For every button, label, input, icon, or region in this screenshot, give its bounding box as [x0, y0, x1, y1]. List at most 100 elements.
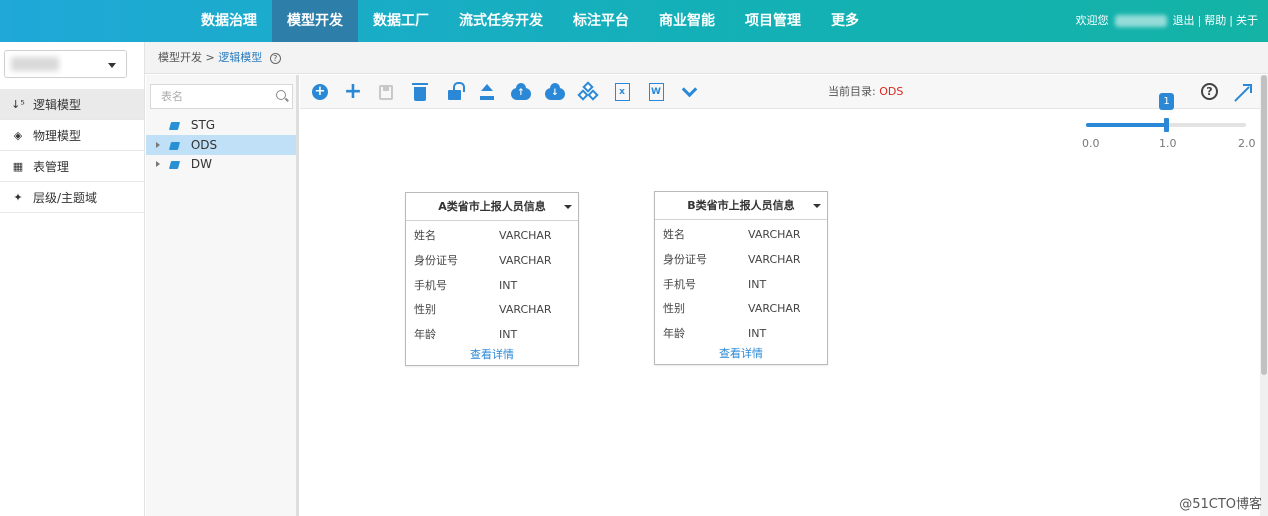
sort-icon: ↓⁵: [11, 97, 25, 111]
export-excel-button[interactable]: x: [612, 82, 632, 102]
view-details-link[interactable]: 查看详情: [406, 348, 578, 362]
database-icon: [168, 141, 181, 150]
project-name-redacted: [11, 57, 59, 71]
help-icon[interactable]: ?: [269, 52, 281, 64]
toolbar: + + ↑ ↓ x W 当前目录: ODS ?: [300, 75, 1260, 109]
current-directory-label: 当前目录:: [828, 85, 876, 98]
caret-down-icon[interactable]: [813, 204, 821, 208]
help-icon[interactable]: ?: [1201, 83, 1218, 100]
welcome-text: 欢迎您: [1075, 14, 1109, 27]
zoom-tick-max: 2.0: [1238, 137, 1256, 150]
tree-node-label: ODS: [190, 138, 218, 152]
cubes-button[interactable]: [577, 81, 599, 102]
logout-link[interactable]: 退出: [1173, 0, 1195, 42]
nav-item-data-factory[interactable]: 数据工厂: [358, 0, 444, 42]
sidebar-item-layers[interactable]: ✦ 层级/主题域: [0, 182, 144, 213]
nav-item-more[interactable]: 更多: [816, 0, 874, 42]
excel-file-icon: x: [614, 83, 630, 101]
table-card-header[interactable]: B类省市上报人员信息: [655, 192, 827, 220]
tree-node-stg[interactable]: STG: [146, 115, 296, 135]
table-card-a[interactable]: A类省市上报人员信息 姓名 VARCHAR 身份证号 VARCHAR 手机号 INT …: [405, 192, 579, 366]
field-type: INT: [748, 327, 767, 341]
tree-node-label: STG: [190, 118, 216, 132]
more-dropdown-button[interactable]: [679, 81, 699, 102]
nav-item-bi[interactable]: 商业智能: [644, 0, 730, 42]
cloud-download-icon: ↓: [545, 82, 565, 100]
field-row: 身份证号 VARCHAR: [655, 248, 827, 273]
cubes-icon: [577, 81, 599, 101]
nav-item-data-governance[interactable]: 数据治理: [186, 0, 272, 42]
database-icon: [168, 160, 181, 169]
sidebar-item-label: 逻辑模型: [33, 97, 82, 112]
nav-item-model-dev[interactable]: 模型开发: [272, 0, 358, 42]
add-button[interactable]: +: [343, 79, 363, 104]
upload-icon: [480, 84, 494, 100]
add-circle-button[interactable]: +: [310, 82, 330, 102]
breadcrumb-parent[interactable]: 模型开发: [158, 51, 202, 64]
tree-node-label: DW: [190, 157, 212, 171]
view-details-link[interactable]: 查看详情: [655, 347, 827, 361]
field-type: INT: [499, 278, 518, 292]
plus-icon: +: [343, 79, 363, 104]
save-button[interactable]: [376, 82, 396, 102]
tree-node-ods[interactable]: ODS: [146, 135, 296, 155]
field-row: 年龄 INT: [655, 322, 827, 347]
field-row: 性别 VARCHAR: [655, 297, 827, 322]
field-type: INT: [748, 277, 767, 291]
field-row: 姓名 VARCHAR: [406, 224, 578, 249]
tree-node-dw[interactable]: DW: [146, 154, 296, 174]
current-directory-value: ODS: [879, 85, 904, 98]
sidebar-item-label: 物理模型: [33, 128, 82, 143]
table-card-b[interactable]: B类省市上报人员信息 姓名 VARCHAR 身份证号 VARCHAR 手机号 INT …: [654, 191, 828, 365]
cloud-upload-button[interactable]: ↑: [511, 82, 531, 102]
scrollbar-thumb[interactable]: [1261, 75, 1267, 375]
nav-item-project-mgmt[interactable]: 项目管理: [730, 0, 816, 42]
trash-icon: [412, 82, 428, 101]
field-type: INT: [499, 328, 518, 342]
search-icon[interactable]: [276, 90, 286, 100]
sidebar-item-physical-model[interactable]: ◈ 物理模型: [0, 120, 144, 151]
expand-arrow-icon[interactable]: [156, 161, 160, 167]
field-name: 年龄: [414, 328, 436, 342]
table-card-title: B类省市上报人员信息: [687, 199, 795, 212]
sidebar-item-logical-model[interactable]: ↓⁵ 逻辑模型: [0, 89, 144, 120]
field-type: VARCHAR: [499, 253, 552, 267]
sidebar-item-table-mgmt[interactable]: ▦ 表管理: [0, 151, 144, 182]
sidebar-item-label: 表管理: [33, 159, 70, 174]
nav-item-annotation[interactable]: 标注平台: [558, 0, 644, 42]
search-placeholder: 表名: [161, 90, 183, 103]
table-card-header[interactable]: A类省市上报人员信息: [406, 193, 578, 221]
vertical-scrollbar[interactable]: [1260, 75, 1268, 516]
chevron-down-icon: [108, 63, 116, 68]
expand-arrow-icon[interactable]: [156, 142, 160, 148]
grid-icon: ▦: [12, 159, 24, 173]
nav-item-stream-task[interactable]: 流式任务开发: [444, 0, 558, 42]
model-canvas[interactable]: 1 0.0 1.0 2.0 A类省市上报人员信息 姓名 VARCHAR 身份证号 V…: [300, 93, 1260, 516]
zoom-handle[interactable]: [1164, 118, 1169, 132]
table-search-input[interactable]: 表名: [150, 84, 293, 109]
field-name: 身份证号: [414, 253, 458, 267]
unlock-button[interactable]: [444, 82, 465, 102]
help-link[interactable]: 帮助: [1204, 0, 1226, 42]
field-name: 性别: [663, 302, 685, 316]
field-row: 手机号 INT: [406, 274, 578, 299]
divider: |: [1197, 14, 1202, 27]
caret-down-icon[interactable]: [564, 205, 572, 209]
fullscreen-icon[interactable]: [1234, 84, 1252, 100]
cloud-download-button[interactable]: ↓: [545, 82, 565, 102]
field-name: 年龄: [663, 327, 685, 341]
chevron-down-icon: [681, 81, 697, 97]
delete-button[interactable]: [410, 82, 430, 102]
current-directory: 当前目录: ODS: [828, 75, 903, 109]
breadcrumb: 模型开发 > 逻辑模型 ?: [145, 42, 1268, 74]
layers-icon: ✦: [13, 190, 23, 204]
about-link[interactable]: 关于: [1236, 0, 1258, 42]
upload-button[interactable]: [477, 82, 497, 102]
field-name: 身份证号: [663, 252, 707, 266]
project-select[interactable]: [4, 50, 127, 78]
zoom-slider[interactable]: 1 0.0 1.0 2.0: [1082, 93, 1256, 160]
export-word-button[interactable]: W: [646, 82, 666, 102]
field-type: VARCHAR: [748, 252, 801, 266]
field-name: 手机号: [663, 277, 696, 291]
table-card-title: A类省市上报人员信息: [438, 200, 546, 213]
